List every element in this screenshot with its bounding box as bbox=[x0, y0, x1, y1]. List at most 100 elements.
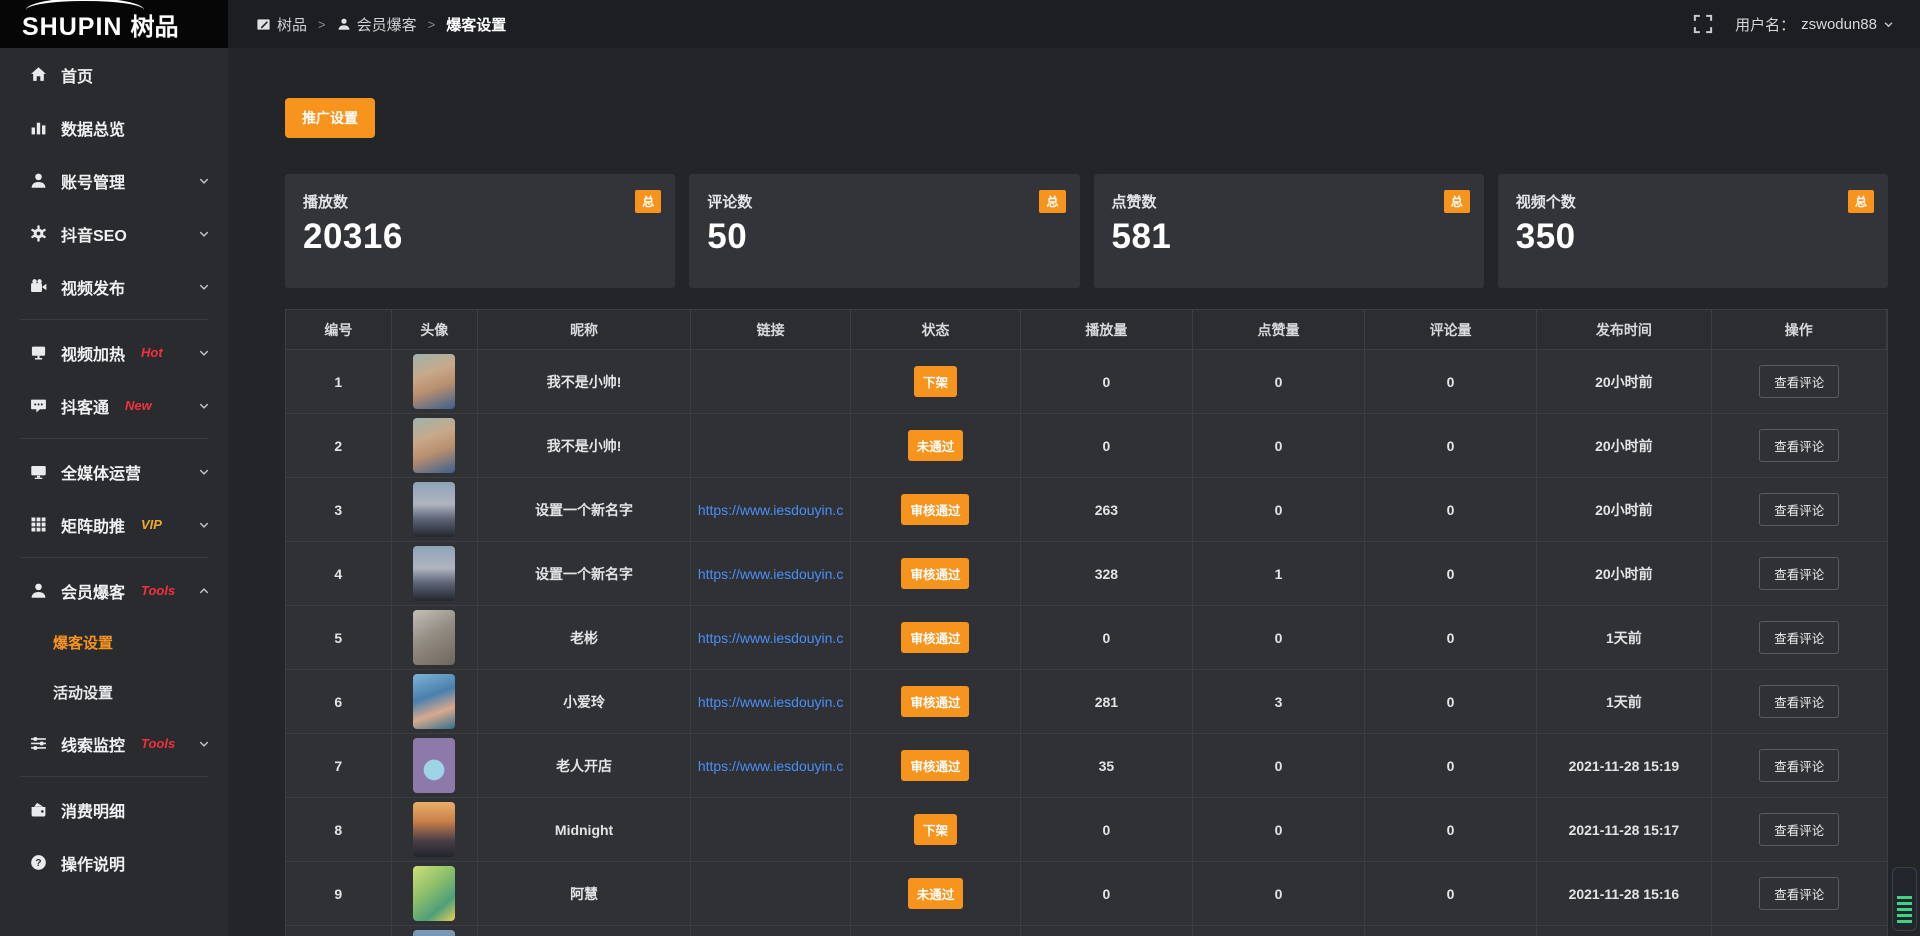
comments-count: 0 bbox=[1365, 542, 1537, 605]
view-comments-button[interactable]: 查看评论 bbox=[1759, 813, 1839, 846]
plays-count: 0 bbox=[1021, 798, 1193, 861]
sidebar-item-douyin-seo[interactable]: 抖音SEO bbox=[0, 207, 228, 260]
likes-count: 0 bbox=[1193, 478, 1365, 541]
row-id: 4 bbox=[286, 542, 392, 605]
sliders-icon bbox=[30, 735, 47, 752]
sidebar-divider bbox=[20, 438, 208, 439]
view-comments-button[interactable]: 查看评论 bbox=[1759, 557, 1839, 590]
avatar bbox=[413, 674, 455, 729]
video-link[interactable]: https://www.iesdouyin.c bbox=[698, 758, 844, 774]
status-badge: 未通过 bbox=[908, 430, 964, 461]
view-comments-button[interactable]: 查看评论 bbox=[1759, 621, 1839, 654]
publish-time: 20小时前 bbox=[1537, 542, 1712, 605]
avatar bbox=[413, 546, 455, 601]
avatar bbox=[413, 866, 455, 921]
video-link[interactable]: https://www.iesdouyin.c bbox=[698, 694, 844, 710]
table-header-cell: 状态 bbox=[851, 310, 1021, 349]
nickname: Midnight bbox=[478, 798, 691, 861]
videos-table: 编号 头像 昵称 链接 状态 播放量 点赞量 评论量 发布时间 操作 bbox=[285, 309, 1888, 936]
comments-count bbox=[1365, 926, 1537, 936]
likes-count: 1 bbox=[1193, 542, 1365, 605]
sidebar-item-video-heating[interactable]: 视频加热 Hot bbox=[0, 326, 228, 379]
corner-widget[interactable] bbox=[1892, 867, 1917, 931]
sidebar-item-matrix-boost[interactable]: 矩阵助推 VIP bbox=[0, 498, 228, 551]
avatar bbox=[413, 610, 455, 665]
svg-text:?: ? bbox=[35, 858, 41, 869]
stat-card-plays: 播放数 20316 总 bbox=[285, 174, 675, 288]
avatar bbox=[413, 930, 455, 936]
breadcrumb-separator: > bbox=[428, 17, 436, 32]
home-icon bbox=[30, 66, 47, 83]
table-row: 2 我不是小帅! 未通过 0 0 0 20小时前 查看评论 bbox=[286, 414, 1887, 478]
screen-boost-icon bbox=[30, 344, 47, 361]
username-prefix: 用户名： bbox=[1735, 14, 1795, 35]
sidebar-item-account-mgmt[interactable]: 账号管理 bbox=[0, 154, 228, 207]
video-link[interactable]: https://www.iesdouyin.c bbox=[698, 502, 844, 518]
stat-value: 581 bbox=[1112, 217, 1468, 257]
status-badge: 审核通过 bbox=[901, 750, 969, 781]
stat-label: 评论数 bbox=[707, 191, 1063, 212]
video-link[interactable]: https://www.iesdouyin.c bbox=[698, 566, 844, 582]
sidebar-item-home[interactable]: 首页 bbox=[0, 48, 228, 101]
view-comments-button[interactable]: 查看评论 bbox=[1759, 493, 1839, 526]
table-row: 6 小爱玲 https://www.iesdouyin.c 审核通过 281 3… bbox=[286, 670, 1887, 734]
view-comments-button[interactable]: 查看评论 bbox=[1759, 365, 1839, 398]
sidebar-item-omni-media[interactable]: 全媒体运营 bbox=[0, 445, 228, 498]
user-menu[interactable]: 用户名： zswodun88 bbox=[1735, 14, 1894, 35]
plays-count: 0 bbox=[1021, 414, 1193, 477]
table-header-cell: 头像 bbox=[392, 310, 478, 349]
sidebar-divider bbox=[20, 557, 208, 558]
sidebar-item-douketong[interactable]: 抖客通 New bbox=[0, 379, 228, 432]
breadcrumb-home[interactable]: 树品 bbox=[256, 14, 307, 35]
stat-label: 点赞数 bbox=[1112, 191, 1468, 212]
form-icon bbox=[256, 17, 271, 32]
sidebar-item-video-publish[interactable]: 视频发布 bbox=[0, 260, 228, 313]
sidebar-item-spend-details[interactable]: 消费明细 bbox=[0, 783, 228, 836]
username: zswodun88 bbox=[1801, 16, 1877, 33]
fullscreen-icon[interactable] bbox=[1693, 14, 1713, 34]
row-id: 5 bbox=[286, 606, 392, 669]
sidebar-item-instructions[interactable]: ? 操作说明 bbox=[0, 836, 228, 889]
table-header-cell: 昵称 bbox=[478, 310, 691, 349]
nickname: 我不是小帅! bbox=[478, 414, 691, 477]
video-link[interactable]: https://www.iesdouyin.c bbox=[698, 630, 844, 646]
chevron-down-icon bbox=[198, 519, 210, 531]
publish-time: 2021-11-28 15:16 bbox=[1537, 862, 1712, 925]
table-row: 1 我不是小帅! 下架 0 0 0 20小时前 查看评论 bbox=[286, 350, 1887, 414]
logo[interactable]: SHUPIN 树品 bbox=[0, 0, 228, 48]
user-icon bbox=[30, 582, 47, 599]
plays-count: 281 bbox=[1021, 670, 1193, 733]
nickname: 设置一个新名字 bbox=[478, 542, 691, 605]
logo-text-cn: 树品 bbox=[130, 7, 178, 42]
comments-count: 0 bbox=[1365, 478, 1537, 541]
likes-count: 0 bbox=[1193, 734, 1365, 797]
table-row: 8 Midnight 下架 0 0 0 2021-11-28 15:17 查看评… bbox=[286, 798, 1887, 862]
promo-settings-button[interactable]: 推广设置 bbox=[285, 98, 375, 138]
plays-count: 35 bbox=[1021, 734, 1193, 797]
table-header-cell: 链接 bbox=[691, 310, 851, 349]
comments-count: 0 bbox=[1365, 350, 1537, 413]
sidebar-subitem-baoke-settings[interactable]: 爆客设置 bbox=[0, 617, 228, 667]
view-comments-button[interactable]: 查看评论 bbox=[1759, 749, 1839, 782]
comments-count: 0 bbox=[1365, 670, 1537, 733]
publish-time: 2021-11-28 15:17 bbox=[1537, 798, 1712, 861]
sidebar-item-data-overview[interactable]: 数据总览 bbox=[0, 101, 228, 154]
status-badge: 审核通过 bbox=[901, 686, 969, 717]
row-id: 9 bbox=[286, 862, 392, 925]
table-row: 9 阿慧 未通过 0 0 0 2021-11-28 15:16 查看评论 bbox=[286, 862, 1887, 926]
nickname: 阿慧 bbox=[478, 862, 691, 925]
view-comments-button[interactable]: 查看评论 bbox=[1759, 685, 1839, 718]
sidebar-subitem-activity-settings[interactable]: 活动设置 bbox=[0, 667, 228, 717]
avatar bbox=[413, 802, 455, 857]
likes-count: 0 bbox=[1193, 798, 1365, 861]
breadcrumb-member[interactable]: 会员爆客 bbox=[337, 14, 417, 35]
plays-count: 263 bbox=[1021, 478, 1193, 541]
sidebar: 首页 数据总览 账号管理 抖音SEO 视频发布 视频加热 Hot 抖客通 New… bbox=[0, 48, 228, 936]
sidebar-item-member-baoke[interactable]: 会员爆客 Tools bbox=[0, 564, 228, 617]
stat-cards: 播放数 20316 总 评论数 50 总 点赞数 581 总 视频个数 350 … bbox=[285, 174, 1888, 288]
sidebar-item-lead-monitor[interactable]: 线索监控 Tools bbox=[0, 717, 228, 770]
comments-count: 0 bbox=[1365, 798, 1537, 861]
view-comments-button[interactable]: 查看评论 bbox=[1759, 877, 1839, 910]
view-comments-button[interactable]: 查看评论 bbox=[1759, 429, 1839, 462]
stat-card-videos: 视频个数 350 总 bbox=[1498, 174, 1888, 288]
